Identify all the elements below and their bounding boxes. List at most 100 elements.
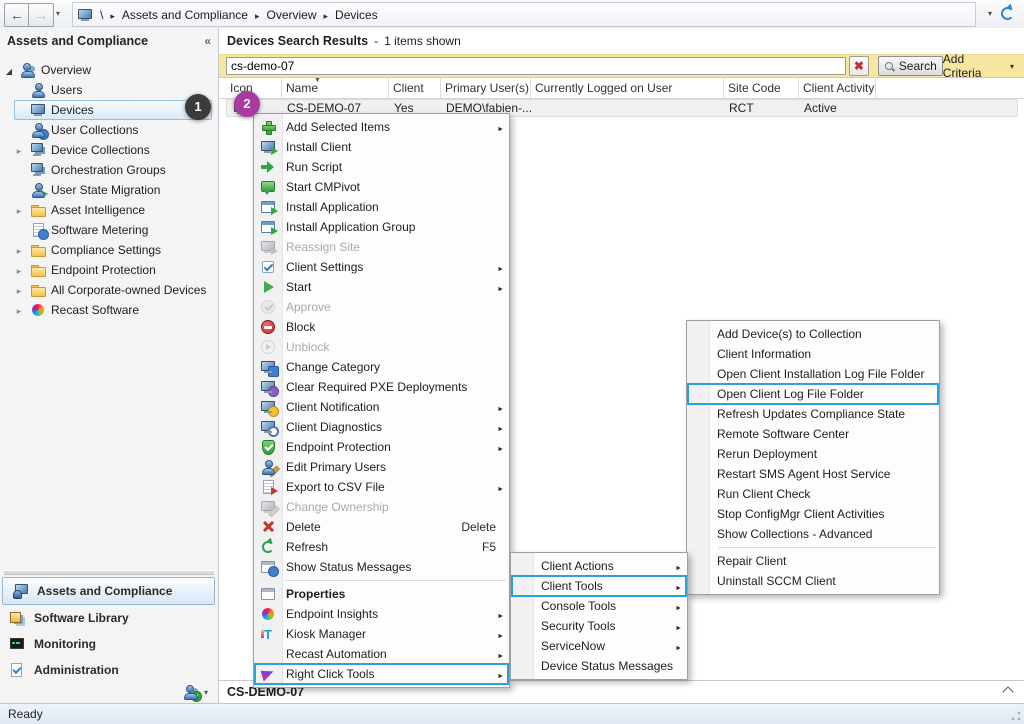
tree-item-software-metering[interactable]: Software Metering [0,220,217,240]
back-button[interactable]: ← [4,3,30,27]
doc-icon [260,479,276,495]
menu-item-properties[interactable]: Properties [254,584,509,604]
menu-item-recast-automation[interactable]: Recast Automation [254,644,509,664]
breadcrumb-item-devices[interactable]: Devices [335,8,378,22]
blue-overlay-icon [38,229,49,240]
tree-expander-icon[interactable] [13,303,25,317]
menu-item-label: Device Status Messages [541,659,682,673]
search-button[interactable]: Search [878,56,943,76]
menu-item-open-client-installation-log-file-folder[interactable]: Open Client Installation Log File Folder [687,364,939,384]
tree-expander-icon[interactable] [13,263,25,277]
sort-indicator-icon[interactable]: ▼ [314,77,321,84]
collapse-detail-pane-icon[interactable] [1002,686,1013,697]
menu-item-client-notification[interactable]: Client Notification [254,397,509,417]
breadcrumb-separator-icon [324,8,329,22]
refresh-icon[interactable] [999,5,1016,22]
menu-item-client-diagnostics[interactable]: Client Diagnostics [254,417,509,437]
monitors-icon [30,162,46,178]
tree-item-users[interactable]: Users [0,80,217,100]
menu-item-open-client-log-file-folder[interactable]: Open Client Log File Folder [687,384,939,404]
tree-item-recast-software[interactable]: Recast Software [0,300,217,320]
menu-item-endpoint-protection[interactable]: Endpoint Protection [254,437,509,457]
menu-item-security-tools[interactable]: Security Tools [511,616,687,636]
menu-item-show-collections-advanced[interactable]: Show Collections - Advanced [687,524,939,544]
tree-item-orchestration-groups[interactable]: Orchestration Groups [0,160,217,180]
menu-item-start-cmpivot[interactable]: Start CMPivot [254,177,509,197]
menu-item-stop-configmgr-client-activities[interactable]: Stop ConfigMgr Client Activities [687,504,939,524]
clear-search-button[interactable]: ✖ [849,56,869,76]
history-dropdown-icon[interactable]: ▾ [56,9,60,18]
menu-item-uninstall-sccm-client[interactable]: Uninstall SCCM Client [687,571,939,591]
menu-item-client-tools[interactable]: Client Tools [511,576,687,596]
menu-item-client-actions[interactable]: Client Actions [511,556,687,576]
menu-item-show-status-messages[interactable]: Show Status Messages [254,557,509,577]
menu-item-kiosk-manager[interactable]: Kiosk Manager [254,624,509,644]
column-header-client[interactable]: Client [389,76,441,98]
menu-item-install-client[interactable]: Install Client [254,137,509,157]
menu-item-device-status-messages[interactable]: Device Status Messages [511,656,687,676]
menu-item-edit-primary-users[interactable]: Edit Primary Users [254,457,509,477]
menu-item-refresh-updates-compliance-state[interactable]: Refresh Updates Compliance State [687,404,939,424]
tree-expander-icon[interactable] [3,63,15,77]
workspace-button-assets-and-compliance[interactable]: Assets and Compliance [2,577,215,605]
menu-item-export-to-csv-file[interactable]: Export to CSV File [254,477,509,497]
breadcrumb-item-root[interactable]: \ [100,8,103,22]
menu-item-restart-sms-agent-host-service[interactable]: Restart SMS Agent Host Service [687,464,939,484]
menu-item-install-application[interactable]: Install Application [254,197,509,217]
tree-item-all-corporate-owned-devices[interactable]: All Corporate-owned Devices [0,280,217,300]
menu-item-servicenow[interactable]: ServiceNow [511,636,687,656]
menu-item-start[interactable]: Start [254,277,509,297]
tree-item-compliance-settings[interactable]: Compliance Settings [0,240,217,260]
plane-icon [260,666,276,682]
menu-item-block[interactable]: Block [254,317,509,337]
column-header-name[interactable]: Name [282,76,389,98]
collapse-sidebar-icon[interactable]: « [204,34,211,48]
menu-item-run-script[interactable]: Run Script [254,157,509,177]
menu-item-clear-required-pxe-deployments[interactable]: Clear Required PXE Deployments [254,377,509,397]
workspace-button-monitoring[interactable]: Monitoring [0,631,217,657]
tree-item-overview[interactable]: Overview [0,60,217,80]
menu-item-right-click-tools[interactable]: Right Click Tools [254,664,509,684]
menu-item-add-device-s-to-collection[interactable]: Add Device(s) to Collection [687,324,939,344]
tree-item-endpoint-protection[interactable]: Endpoint Protection [0,260,217,280]
breadcrumb-item-assets-and-compliance[interactable]: Assets and Compliance [122,8,248,22]
tree-expander-icon[interactable] [13,243,25,257]
tree-expander-icon[interactable] [13,143,25,157]
tree-item-user-state-migration[interactable]: User State Migration [0,180,217,200]
workspace-button-software-library[interactable]: Software Library [0,605,217,631]
user-status-dropdown-icon[interactable]: ▾ [204,688,208,697]
menu-item-rerun-deployment[interactable]: Rerun Deployment [687,444,939,464]
app-icon [260,199,276,215]
tree-expander-icon[interactable] [13,203,25,217]
workspace-splitter[interactable] [4,570,214,575]
menu-item-add-selected-items[interactable]: Add Selected Items [254,117,509,137]
search-input[interactable] [226,57,846,75]
column-header-site-code[interactable]: Site Code [724,76,799,98]
menu-item-endpoint-insights[interactable]: Endpoint Insights [254,604,509,624]
column-header-client-activity[interactable]: Client Activity [799,76,876,98]
breadcrumb-item-overview[interactable]: Overview [266,8,316,22]
column-header-logged-on-user[interactable]: Currently Logged on User [531,76,724,98]
resize-grip[interactable] [1010,710,1022,722]
navigation-tree: OverviewUsersDevicesUser CollectionsDevi… [0,60,217,320]
menu-item-refresh[interactable]: RefreshF5 [254,537,509,557]
menu-item-run-client-check[interactable]: Run Client Check [687,484,939,504]
tree-item-device-collections[interactable]: Device Collections [0,140,217,160]
monitor-icon [260,239,276,255]
menu-item-client-information[interactable]: Client Information [687,344,939,364]
user-status-icon[interactable] [183,684,199,700]
menu-item-change-category[interactable]: Change Category [254,357,509,377]
menu-item-console-tools[interactable]: Console Tools [511,596,687,616]
ribbon-dropdown-icon[interactable]: ▾ [988,9,992,18]
column-header-primary-users[interactable]: Primary User(s) [441,76,531,98]
menu-item-repair-client[interactable]: Repair Client [687,551,939,571]
menu-item-delete[interactable]: DeleteDelete [254,517,509,537]
tree-item-asset-intelligence[interactable]: Asset Intelligence [0,200,217,220]
forward-button[interactable]: → [28,3,54,27]
menu-item-client-settings[interactable]: Client Settings [254,257,509,277]
workspace-button-administration[interactable]: Administration [0,657,217,683]
tree-item-user-collections[interactable]: User Collections [0,120,217,140]
tree-expander-icon[interactable] [13,283,25,297]
menu-item-remote-software-center[interactable]: Remote Software Center [687,424,939,444]
menu-item-install-application-group[interactable]: Install Application Group [254,217,509,237]
